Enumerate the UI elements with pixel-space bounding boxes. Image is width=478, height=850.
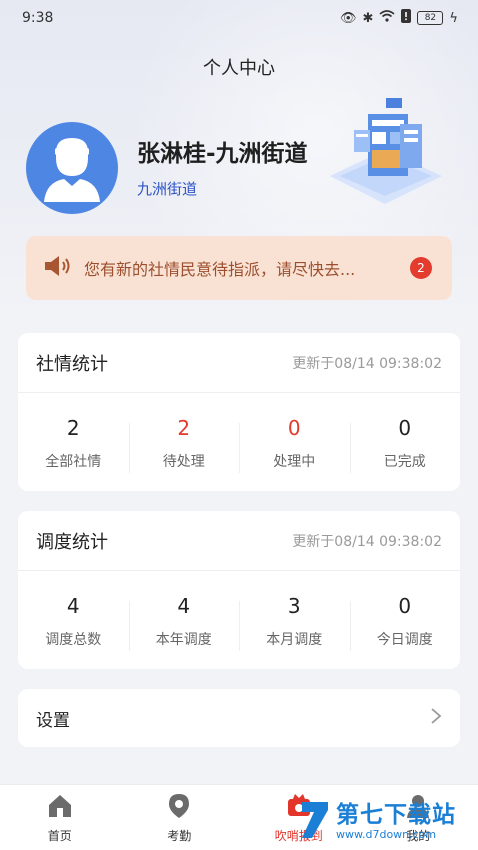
settings-row[interactable]: 设置 xyxy=(18,689,460,747)
stat-value: 3 xyxy=(287,594,301,618)
tab-attendance-label: 考勤 xyxy=(167,829,192,843)
office-illustration xyxy=(330,98,442,204)
social-stats-header: 社情统计 更新于08/14 09:38:02 xyxy=(18,333,460,393)
social-stats-row: 2 全部社情 2 待处理 0 处理中 0 已完成 xyxy=(18,393,460,491)
stat-label: 待处理 xyxy=(162,454,205,470)
stat-value: 2 xyxy=(66,416,80,440)
status-time: 9:38 xyxy=(22,10,54,26)
watermark-logo-icon xyxy=(298,798,332,846)
stat-value: 4 xyxy=(66,594,80,618)
eye-icon: 👁 xyxy=(340,10,357,26)
stat-dispatch-today[interactable]: 0 今日调度 xyxy=(349,591,461,651)
stat-dispatch-month[interactable]: 3 本月调度 xyxy=(239,591,350,651)
dispatch-stats-header: 调度统计 更新于08/14 09:38:02 xyxy=(18,511,460,571)
stat-dispatch-year[interactable]: 4 本年调度 xyxy=(128,591,240,651)
stat-processing[interactable]: 0 处理中 xyxy=(239,413,350,473)
watermark: 第七下载站 www.d7down.com xyxy=(298,796,476,848)
status-icons: 👁 ✱ 82 ϟ xyxy=(340,9,458,27)
dispatch-stats-updated: 更新于08/14 09:38:02 xyxy=(292,533,442,550)
stat-label: 已完成 xyxy=(383,454,426,470)
notice-badge: 2 xyxy=(410,257,432,279)
stat-dispatch-total[interactable]: 4 调度总数 xyxy=(18,591,129,649)
stat-label: 全部社情 xyxy=(45,454,102,470)
stat-value: 0 xyxy=(287,416,301,440)
stat-all-cases[interactable]: 2 全部社情 xyxy=(18,413,129,471)
status-bar: 9:38 👁 ✱ 82 ϟ xyxy=(0,0,478,36)
tab-home-label: 首页 xyxy=(47,829,72,843)
watermark-title: 第七下载站 xyxy=(336,802,456,828)
watermark-url: www.d7down.com xyxy=(336,828,437,841)
notice-banner[interactable]: 您有新的社情民意待指派，请尽快去... 2 xyxy=(26,236,452,300)
stat-value: 4 xyxy=(177,594,191,618)
social-stats-updated: 更新于08/14 09:38:02 xyxy=(292,355,442,372)
user-district: 九洲街道 xyxy=(137,180,198,198)
charging-icon: ϟ xyxy=(449,10,458,26)
social-stats-title: 社情统计 xyxy=(36,353,108,375)
bluetooth-icon: ✱ xyxy=(362,10,374,26)
dispatch-stats-title: 调度统计 xyxy=(36,531,108,553)
tab-attendance[interactable]: 考勤 xyxy=(120,785,240,850)
social-stats-card: 社情统计 更新于08/14 09:38:02 2 全部社情 2 待处理 0 处理… xyxy=(18,333,460,491)
stat-label: 处理中 xyxy=(273,454,316,470)
user-silhouette-icon xyxy=(44,138,100,202)
user-name: 张淋桂-九洲街道 xyxy=(137,141,308,167)
alert-icon xyxy=(401,9,412,27)
avatar[interactable] xyxy=(26,122,118,214)
stat-completed[interactable]: 0 已完成 xyxy=(349,413,461,473)
wifi-icon xyxy=(379,10,395,26)
home-icon xyxy=(46,793,74,823)
stat-label: 本月调度 xyxy=(266,632,323,648)
chevron-right-icon xyxy=(430,707,442,729)
stat-pending[interactable]: 2 待处理 xyxy=(128,413,240,473)
speaker-icon xyxy=(44,255,74,281)
settings-label: 设置 xyxy=(36,710,70,731)
stat-label: 今日调度 xyxy=(376,632,433,648)
stat-value: 0 xyxy=(398,594,412,618)
page-title: 个人中心 xyxy=(203,58,275,79)
stat-value: 0 xyxy=(398,416,412,440)
stat-value: 2 xyxy=(177,416,191,440)
dispatch-stats-card: 调度统计 更新于08/14 09:38:02 4 调度总数 4 本年调度 3 本… xyxy=(18,511,460,669)
battery-icon: 82 xyxy=(417,11,444,25)
dispatch-stats-row: 4 调度总数 4 本年调度 3 本月调度 0 今日调度 xyxy=(18,571,460,669)
notice-text: 您有新的社情民意待指派，请尽快去... xyxy=(84,260,356,279)
tab-home[interactable]: 首页 xyxy=(0,785,120,850)
stat-label: 调度总数 xyxy=(45,632,102,648)
location-pin-icon xyxy=(167,793,191,823)
stat-label: 本年调度 xyxy=(155,632,212,648)
